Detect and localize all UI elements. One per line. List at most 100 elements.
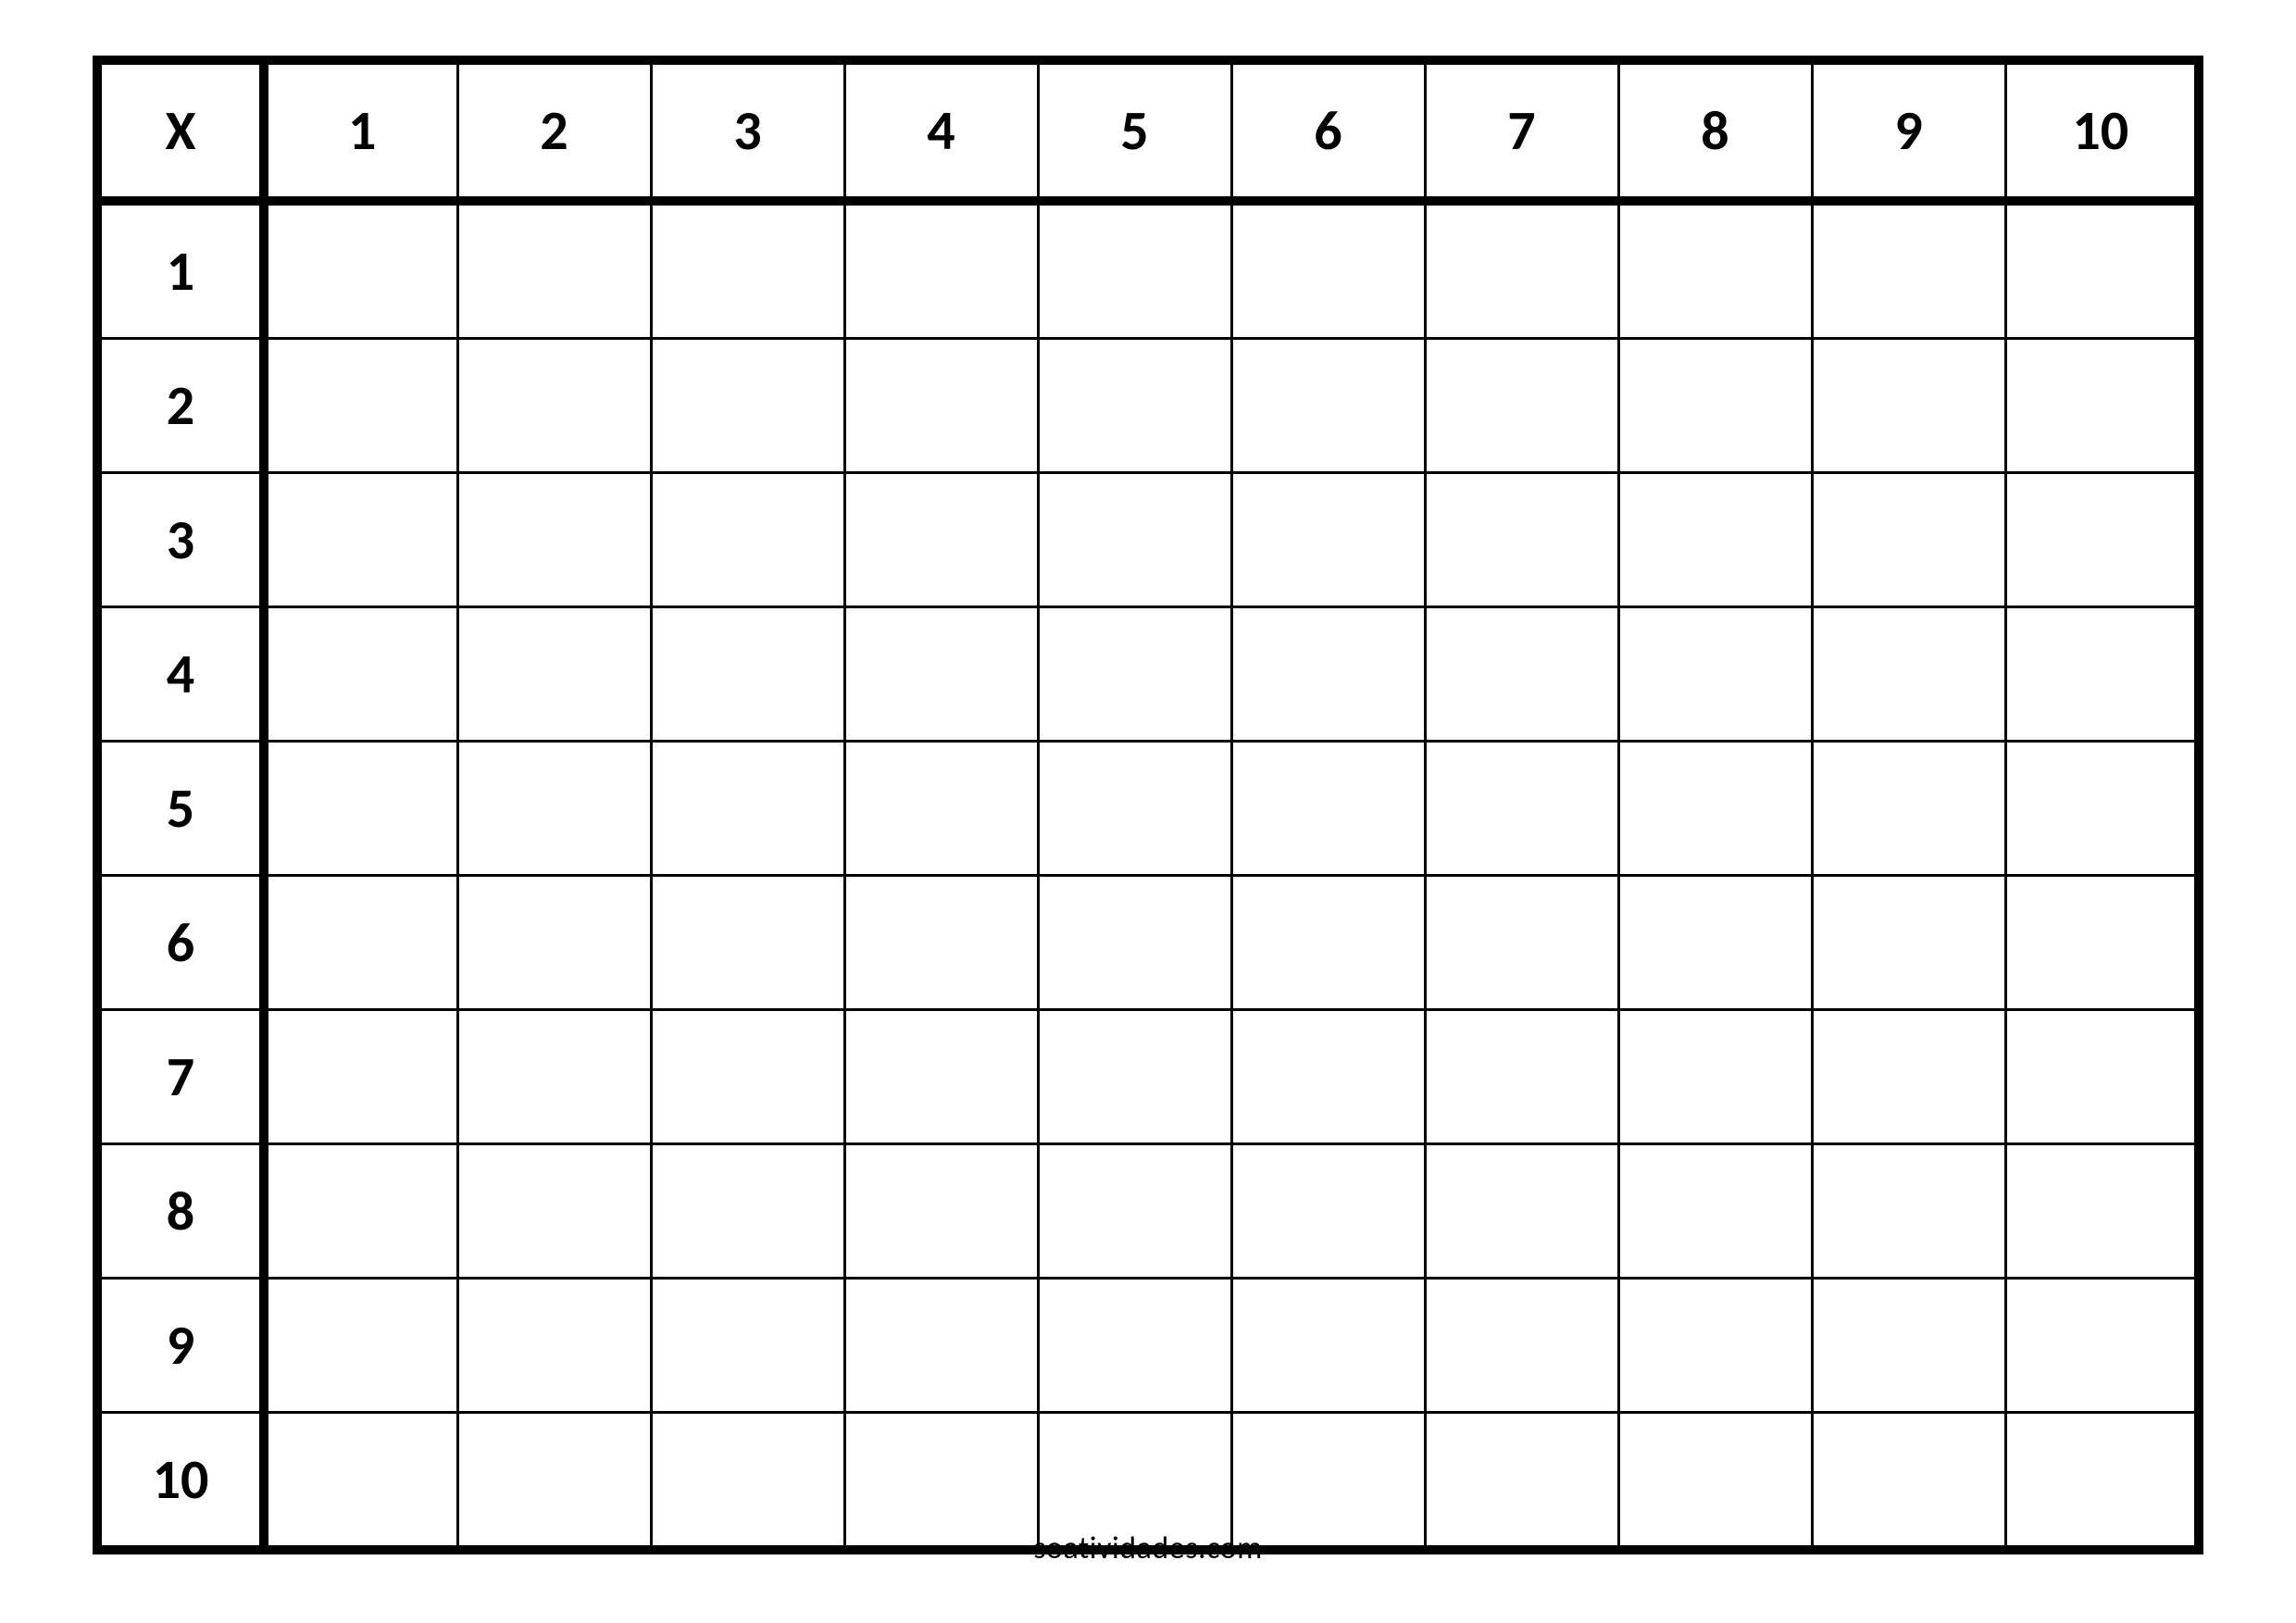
cell[interactable] bbox=[1038, 201, 1231, 339]
cell[interactable] bbox=[264, 607, 457, 742]
cell[interactable] bbox=[1618, 876, 1812, 1010]
cell[interactable] bbox=[651, 339, 844, 473]
row-header: 9 bbox=[97, 1279, 264, 1413]
cell[interactable] bbox=[1425, 742, 1618, 876]
cell[interactable] bbox=[2005, 742, 2199, 876]
cell[interactable] bbox=[457, 1279, 651, 1413]
cell[interactable] bbox=[1038, 607, 1231, 742]
cell[interactable] bbox=[457, 473, 651, 607]
cell[interactable] bbox=[1038, 1144, 1231, 1279]
cell[interactable] bbox=[457, 1144, 651, 1279]
corner-cell: X bbox=[97, 60, 264, 201]
cell[interactable] bbox=[651, 1144, 844, 1279]
cell[interactable] bbox=[2005, 607, 2199, 742]
cell[interactable] bbox=[1812, 1279, 2005, 1413]
cell[interactable] bbox=[1618, 1010, 1812, 1144]
row-header: 1 bbox=[97, 201, 264, 339]
cell[interactable] bbox=[1425, 339, 1618, 473]
cell[interactable] bbox=[264, 876, 457, 1010]
cell[interactable] bbox=[457, 607, 651, 742]
cell[interactable] bbox=[1425, 607, 1618, 742]
cell[interactable] bbox=[1618, 1144, 1812, 1279]
cell[interactable] bbox=[1038, 1279, 1231, 1413]
cell[interactable] bbox=[1038, 339, 1231, 473]
cell[interactable] bbox=[1618, 201, 1812, 339]
cell[interactable] bbox=[1231, 1144, 1425, 1279]
cell[interactable] bbox=[844, 473, 1038, 607]
cell[interactable] bbox=[2005, 876, 2199, 1010]
cell[interactable] bbox=[651, 607, 844, 742]
cell[interactable] bbox=[1038, 1010, 1231, 1144]
cell[interactable] bbox=[1038, 473, 1231, 607]
cell[interactable] bbox=[1231, 201, 1425, 339]
cell[interactable] bbox=[844, 1010, 1038, 1144]
cell[interactable] bbox=[1812, 473, 2005, 607]
cell[interactable] bbox=[844, 1144, 1038, 1279]
cell[interactable] bbox=[1231, 742, 1425, 876]
cell[interactable] bbox=[457, 742, 651, 876]
cell[interactable] bbox=[1618, 473, 1812, 607]
cell[interactable] bbox=[1231, 1010, 1425, 1144]
footer-credit: soatividades.com bbox=[0, 1529, 2296, 1567]
col-header: 8 bbox=[1618, 60, 1812, 201]
cell[interactable] bbox=[1618, 1279, 1812, 1413]
cell[interactable] bbox=[1231, 473, 1425, 607]
cell[interactable] bbox=[264, 473, 457, 607]
cell[interactable] bbox=[1812, 607, 2005, 742]
cell[interactable] bbox=[844, 1279, 1038, 1413]
cell[interactable] bbox=[1425, 1010, 1618, 1144]
cell[interactable] bbox=[844, 742, 1038, 876]
cell[interactable] bbox=[2005, 1279, 2199, 1413]
cell[interactable] bbox=[264, 1144, 457, 1279]
cell[interactable] bbox=[1425, 1279, 1618, 1413]
cell[interactable] bbox=[844, 607, 1038, 742]
table-row: 4 bbox=[97, 607, 2199, 742]
cell[interactable] bbox=[2005, 1010, 2199, 1144]
col-header: 4 bbox=[844, 60, 1038, 201]
cell[interactable] bbox=[1425, 876, 1618, 1010]
cell[interactable] bbox=[651, 742, 844, 876]
cell[interactable] bbox=[1812, 201, 2005, 339]
cell[interactable] bbox=[457, 876, 651, 1010]
cell[interactable] bbox=[651, 201, 844, 339]
cell[interactable] bbox=[1618, 339, 1812, 473]
cell[interactable] bbox=[651, 1010, 844, 1144]
cell[interactable] bbox=[1812, 1144, 2005, 1279]
cell[interactable] bbox=[1812, 742, 2005, 876]
cell[interactable] bbox=[2005, 201, 2199, 339]
cell[interactable] bbox=[1425, 473, 1618, 607]
cell[interactable] bbox=[1812, 339, 2005, 473]
cell[interactable] bbox=[457, 1010, 651, 1144]
cell[interactable] bbox=[1425, 1144, 1618, 1279]
cell[interactable] bbox=[844, 339, 1038, 473]
cell[interactable] bbox=[264, 1010, 457, 1144]
cell[interactable] bbox=[457, 339, 651, 473]
cell[interactable] bbox=[1231, 339, 1425, 473]
cell[interactable] bbox=[1618, 607, 1812, 742]
cell[interactable] bbox=[264, 201, 457, 339]
cell[interactable] bbox=[457, 201, 651, 339]
cell[interactable] bbox=[264, 742, 457, 876]
cell[interactable] bbox=[1425, 201, 1618, 339]
cell[interactable] bbox=[1618, 742, 1812, 876]
cell[interactable] bbox=[1231, 876, 1425, 1010]
cell[interactable] bbox=[651, 1279, 844, 1413]
worksheet-page: X 1 2 3 4 5 6 7 8 9 10 1 2 bbox=[0, 0, 2296, 1623]
cell[interactable] bbox=[1231, 1279, 1425, 1413]
cell[interactable] bbox=[844, 876, 1038, 1010]
cell[interactable] bbox=[2005, 339, 2199, 473]
cell[interactable] bbox=[2005, 473, 2199, 607]
cell[interactable] bbox=[264, 1279, 457, 1413]
col-header: 5 bbox=[1038, 60, 1231, 201]
cell[interactable] bbox=[844, 201, 1038, 339]
cell[interactable] bbox=[651, 473, 844, 607]
cell[interactable] bbox=[1038, 876, 1231, 1010]
cell[interactable] bbox=[1812, 1010, 2005, 1144]
cell[interactable] bbox=[1038, 742, 1231, 876]
cell[interactable] bbox=[651, 876, 844, 1010]
cell[interactable] bbox=[1231, 607, 1425, 742]
cell[interactable] bbox=[2005, 1144, 2199, 1279]
table-row: 3 bbox=[97, 473, 2199, 607]
cell[interactable] bbox=[264, 339, 457, 473]
cell[interactable] bbox=[1812, 876, 2005, 1010]
